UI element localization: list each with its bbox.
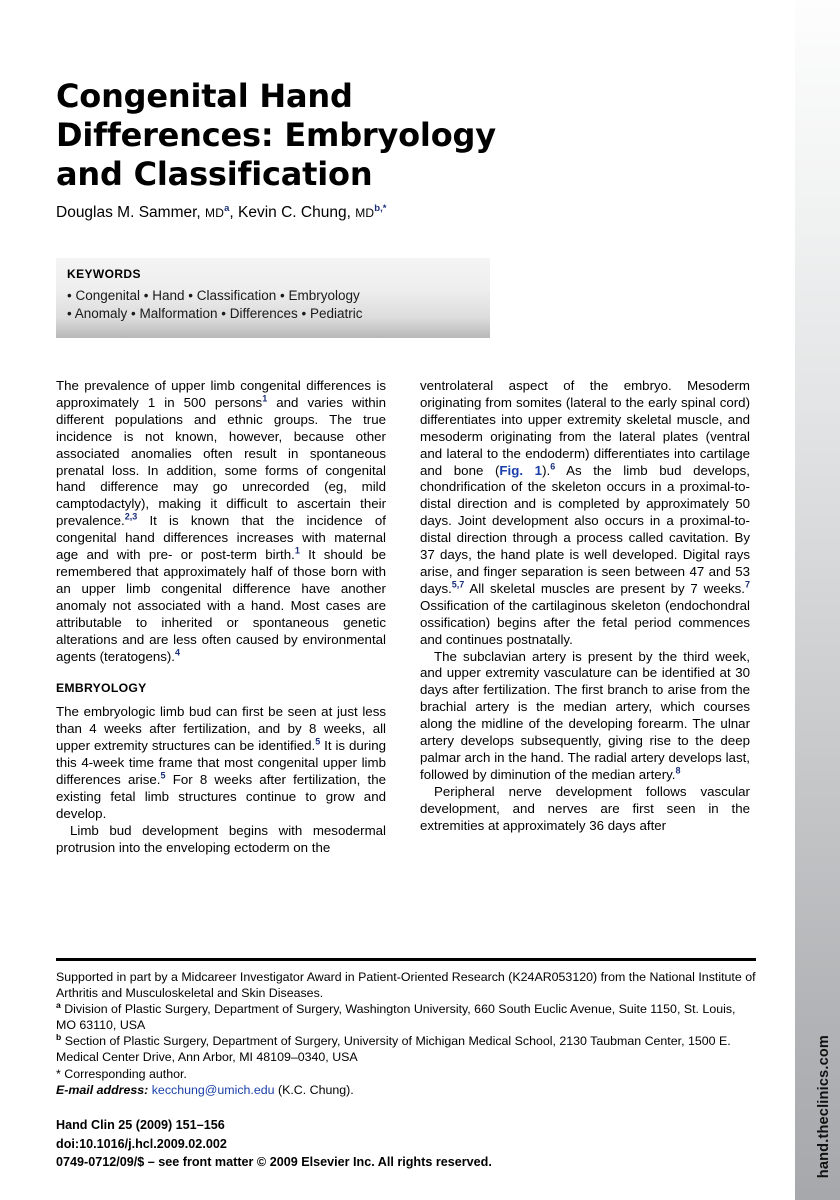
- paragraph-mesoderm-seg-3: As the limb bud develops, chondrificatio…: [420, 462, 750, 596]
- paragraph-limb-bud-development: Limb bud development begins with mesoder…: [56, 822, 386, 855]
- footnote-corresponding-author: * Corresponding author.: [56, 1066, 187, 1081]
- affiliation-b-text: Section of Plastic Surgery, Department o…: [56, 1034, 731, 1064]
- journal-website-url[interactable]: hand.theclinics.com: [816, 1035, 832, 1178]
- paragraph-prevalence-seg-4: It should be remembered that approximate…: [56, 547, 386, 664]
- citation-marker-7[interactable]: 7: [745, 579, 750, 589]
- citation-copyright-line: 0749-0712/09/$ – see front matter © 2009…: [56, 1155, 492, 1169]
- paragraph-nerve-development: Peripheral nerve development follows vas…: [420, 783, 750, 833]
- author-1-degree: MD: [205, 206, 225, 220]
- citation-block: Hand Clin 25 (2009) 151–156 doi:10.1016/…: [56, 1116, 756, 1172]
- citation-marker-8[interactable]: 8: [676, 765, 681, 775]
- author-byline: Douglas M. Sammer, MDa, Kevin C. Chung, …: [56, 204, 696, 222]
- article-title-line-3: and Classification: [56, 155, 373, 194]
- keywords-box: KEYWORDS • Congenital • Hand • Classific…: [56, 258, 490, 338]
- author-2-affiliation-marker[interactable]: b,*: [374, 203, 386, 214]
- section-heading-embryology: EMBRYOLOGY: [56, 681, 147, 696]
- paragraph-prevalence: The prevalence of upper limb congenital …: [56, 378, 386, 665]
- footnote-affiliation-b: b Section of Plastic Surgery, Department…: [56, 1033, 756, 1065]
- author-2-name: Kevin C. Chung,: [238, 204, 351, 221]
- article-body: The prevalence of upper limb congenital …: [56, 378, 756, 943]
- affiliation-a-text: Division of Plastic Surgery, Department …: [56, 1002, 736, 1032]
- paragraph-vasculature: The subclavian artery is present by the …: [420, 649, 750, 784]
- paragraph-mesoderm-seg-2: ).: [542, 462, 551, 478]
- paragraph-vasculature-seg-1: The subclavian artery is present by the …: [420, 648, 750, 782]
- email-link[interactable]: kecchung@umich.edu: [152, 1083, 275, 1097]
- article-title-line-1: Congenital Hand: [56, 77, 353, 116]
- footnote-affiliation-a: a Division of Plastic Surgery, Departmen…: [56, 1001, 756, 1033]
- body-column-right: ventrolateral aspect of the embryo. Meso…: [420, 378, 750, 834]
- journal-article-page: hand.theclinics.com Congenital Hand Diffe…: [0, 0, 840, 1200]
- paragraph-mesoderm-seg-5: Ossification of the cartilaginous skelet…: [420, 597, 750, 647]
- keywords-line-1: • Congenital • Hand • Classification • E…: [67, 288, 360, 303]
- body-column-left: The prevalence of upper limb congenital …: [56, 378, 386, 857]
- author-1-name: Douglas M. Sammer,: [56, 204, 201, 221]
- citation-journal-line: Hand Clin 25 (2009) 151–156: [56, 1118, 225, 1132]
- paragraph-mesoderm: ventrolateral aspect of the embryo. Meso…: [420, 378, 750, 649]
- paragraph-prevalence-seg-2: and varies within different populations …: [56, 394, 387, 529]
- figure-reference-link[interactable]: Fig. 1: [499, 463, 542, 478]
- footnotes-block: Supported in part by a Midcareer Investi…: [56, 970, 756, 1100]
- author-2-degree: MD: [355, 206, 375, 220]
- keywords-label: KEYWORDS: [67, 267, 141, 281]
- email-owner: (K.C. Chung).: [274, 1083, 354, 1098]
- author-separator: ,: [229, 204, 239, 221]
- footnote-email: E-mail address: kecchung@umich.edu (K.C.…: [56, 1083, 756, 1099]
- article-title: Congenital Hand Differences: Embryology an…: [56, 77, 616, 194]
- citation-marker-2-3[interactable]: 2,3: [125, 512, 138, 522]
- article-title-line-2: Differences: Embryology: [56, 116, 496, 155]
- citation-marker-4[interactable]: 4: [175, 647, 180, 657]
- paragraph-limb-bud-timing: The embryologic limb bud can first be se…: [56, 704, 386, 822]
- journal-website-rail: hand.theclinics.com: [795, 0, 840, 1200]
- footnote-divider: [56, 958, 756, 961]
- email-label: E-mail address:: [56, 1083, 149, 1098]
- citation-marker-5-7[interactable]: 5,7: [452, 579, 465, 589]
- paragraph-mesoderm-seg-4: All skeletal muscles are present by 7 we…: [464, 580, 745, 596]
- page-content: Congenital Hand Differences: Embryology an…: [0, 0, 770, 1200]
- citation-doi-line[interactable]: doi:10.1016/j.hcl.2009.02.002: [56, 1135, 756, 1154]
- keywords-line-2: • Anomaly • Malformation • Differences •…: [67, 306, 363, 321]
- footnote-funding: Supported in part by a Midcareer Investi…: [56, 970, 756, 1000]
